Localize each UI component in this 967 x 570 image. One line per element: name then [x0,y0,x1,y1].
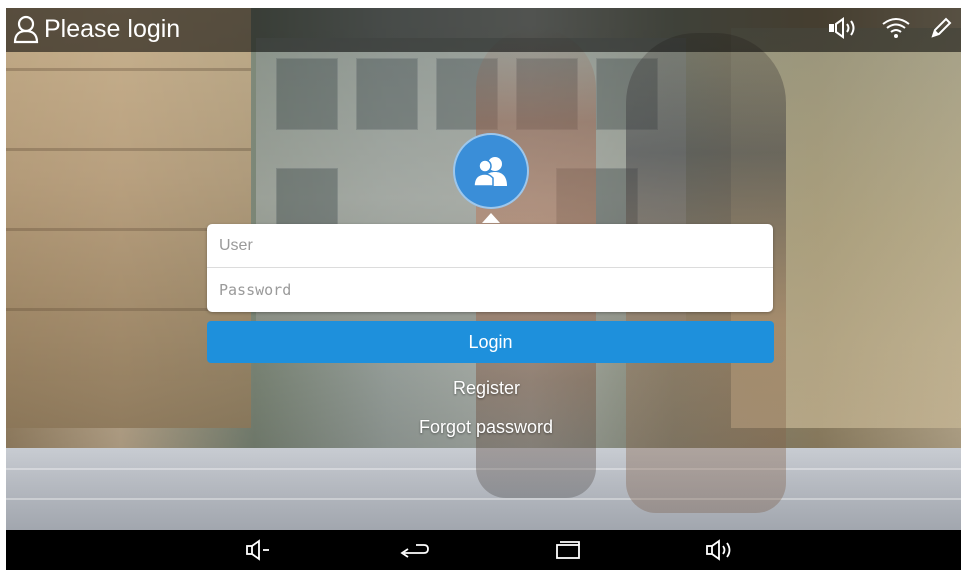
user-outline-icon [12,14,40,44]
status-icons [827,16,953,44]
status-bar: Please login [6,8,961,52]
volume-up-icon[interactable] [704,537,738,563]
wifi-icon[interactable] [881,16,911,44]
volume-icon[interactable] [827,16,863,44]
form-pointer [482,213,500,223]
volume-down-icon[interactable] [241,537,275,563]
forgot-password-link[interactable]: Forgot password [419,417,553,438]
navigation-bar [6,530,961,570]
pen-icon[interactable] [929,16,953,44]
device-screen: Please login User Login Register Forgot … [6,8,961,570]
login-form [207,224,773,312]
username-input[interactable] [207,224,773,267]
background-wall-left [6,8,251,428]
password-input[interactable] [207,268,773,311]
login-button[interactable]: Login [207,321,774,363]
back-icon[interactable] [396,537,430,563]
title-area: Please login [12,14,180,44]
users-icon [453,133,529,209]
recent-apps-icon[interactable] [551,537,585,563]
register-link[interactable]: Register [453,378,520,399]
page-title: Please login [44,14,181,43]
